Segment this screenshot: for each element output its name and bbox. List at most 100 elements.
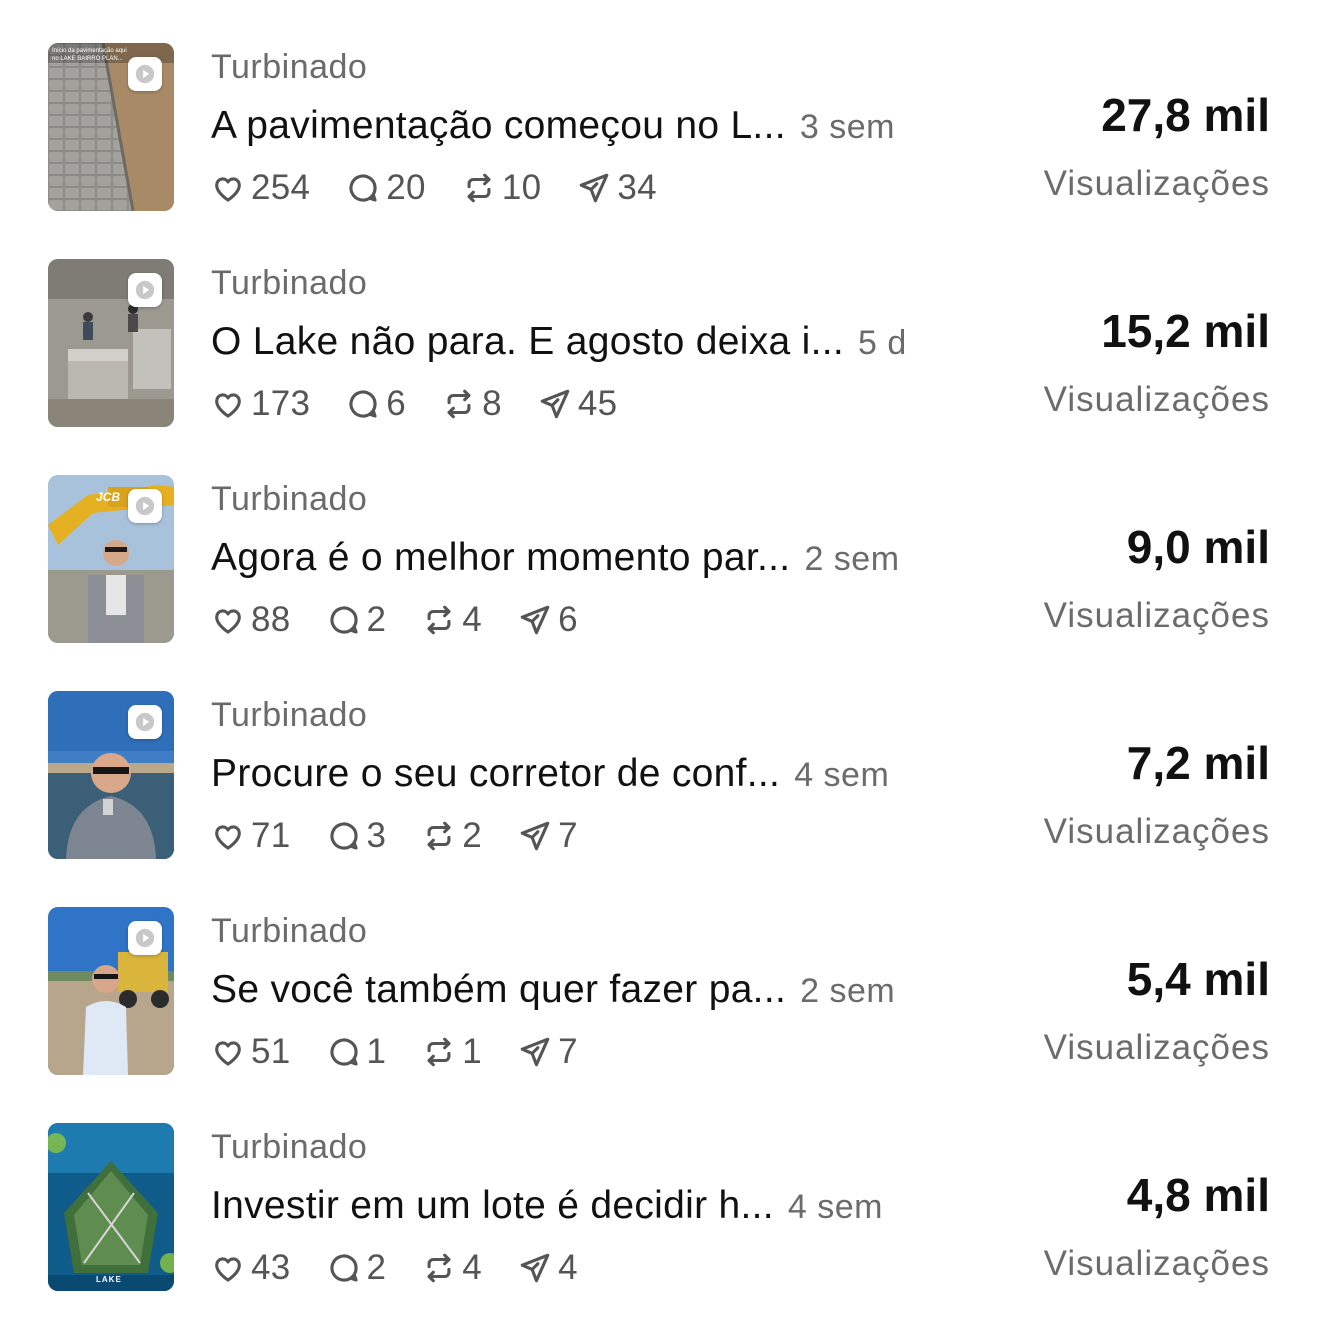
reposts-stat: 10 [462,168,542,208]
heart-icon [215,1041,241,1066]
shares-count: 6 [558,600,578,639]
likes-stat: 173 [211,384,310,424]
thumbnail-image [48,1123,174,1291]
post-caption-line[interactable]: A pavimentação começou no L... 3 sem [211,104,951,154]
thumbnail-logo: LAKE [96,1275,122,1284]
repost-icon [447,389,471,419]
likes-count: 71 [251,816,291,855]
engagement-stats: 173 6 8 45 [211,382,653,426]
post-row[interactable]: Turbinado O Lake não para. E agosto deix… [0,216,1320,432]
play-icon [128,273,162,307]
post-thumbnail[interactable] [48,259,174,427]
engagement-stats: 51 1 1 7 [211,1030,614,1074]
shares-stat: 45 [538,384,618,424]
likes-stat: 51 [211,1032,291,1072]
post-age: 4 sem [794,756,890,794]
views-label: Visualizações [1043,1244,1270,1283]
post-caption-line[interactable]: Procure o seu corretor de conf... 4 sem [211,752,951,802]
engagement-stats: 43 2 4 4 [211,1246,614,1290]
reposts-stat: 8 [442,384,502,424]
comments-stat: 2 [327,1248,387,1288]
shares-count: 7 [558,816,578,855]
comment-icon [329,606,358,634]
reposts-count: 2 [462,816,483,855]
views-count: 9,0 mil [1126,521,1270,573]
likes-count: 173 [251,384,311,423]
play-icon [128,57,162,91]
shares-stat: 7 [518,816,578,856]
post-thumbnail[interactable]: JCB [48,475,174,643]
views-label: Visualizações [1043,596,1270,635]
post-caption: Agora é o melhor momento par... [211,536,791,579]
post-row[interactable]: Turbinado Procure o seu corretor de conf… [0,648,1320,864]
views-label: Visualizações [1043,380,1270,419]
likes-count: 51 [251,1032,291,1071]
heart-icon [215,393,241,418]
post-caption-line[interactable]: Investir em um lote é decidir h... 4 sem [211,1184,951,1234]
views-label: Visualizações [1043,164,1270,203]
likes-stat: 254 [211,168,310,208]
likes-count: 43 [251,1248,291,1287]
play-icon [128,921,162,955]
boost-status: Turbinado [211,480,368,518]
reposts-count: 8 [482,384,502,423]
views-count: 4,8 mil [1126,1169,1270,1221]
engagement-stats: 88 2 4 6 [211,598,614,642]
play-icon [128,489,162,523]
post-insights-list: Início da pavimentação aqui no LAKE BAIR… [0,0,1320,1334]
comments-stat: 3 [327,816,387,856]
post-caption: Investir em um lote é decidir h... [211,1184,774,1227]
share-icon [520,605,550,635]
boost-status: Turbinado [211,912,368,950]
post-age: 2 sem [800,972,896,1010]
shares-count: 7 [558,1032,578,1071]
post-caption-line[interactable]: Se você também quer fazer pa... 2 sem [211,968,951,1018]
post-age: 5 d [858,324,907,362]
repost-icon [467,173,491,203]
shares-stat: 4 [518,1248,578,1288]
comment-icon [329,1038,358,1066]
shares-stat: 34 [577,168,657,208]
post-age: 3 sem [799,108,895,146]
post-row[interactable]: JCB Turbinado Agora é o melhor momento p… [0,432,1320,648]
views-count: 5,4 mil [1126,953,1270,1005]
repost-icon [427,821,451,851]
post-row[interactable]: LAKE Turbinado Investir em um lote é dec… [0,1080,1320,1296]
comment-icon [349,390,377,418]
shares-count: 4 [558,1248,578,1287]
reposts-stat: 1 [422,1032,482,1072]
boost-status: Turbinado [211,1128,368,1166]
comment-icon [329,822,358,850]
post-caption-line[interactable]: O Lake não para. E agosto deixa i... 5 d [211,320,951,370]
post-caption: O Lake não para. E agosto deixa i... [211,320,845,363]
play-icon [128,705,162,739]
post-thumbnail[interactable]: Início da pavimentação aqui no LAKE BAIR… [48,43,174,211]
comments-count: 20 [386,168,426,207]
thumbnail-brand: JCB [96,490,121,504]
post-row[interactable]: Início da pavimentação aqui no LAKE BAIR… [0,0,1320,216]
heart-icon [215,1257,241,1282]
share-icon [520,821,550,851]
post-caption-line[interactable]: Agora é o melhor momento par... 2 sem [211,536,951,586]
engagement-stats: 254 20 10 34 [211,166,693,210]
comments-count: 1 [366,1032,387,1071]
post-row[interactable]: Turbinado Se você também quer fazer pa..… [0,864,1320,1080]
post-caption: Procure o seu corretor de conf... [211,752,781,795]
shares-stat: 6 [518,600,578,640]
shares-stat: 7 [518,1032,578,1072]
post-age: 4 sem [787,1188,884,1226]
share-icon [540,389,570,419]
reposts-count: 4 [462,1248,483,1287]
views-count: 15,2 mil [1101,305,1270,357]
post-caption: Se você também quer fazer pa... [211,968,787,1011]
post-thumbnail[interactable] [48,691,174,859]
heart-icon [215,609,241,634]
reposts-stat: 2 [422,816,482,856]
post-thumbnail[interactable] [48,907,174,1075]
post-thumbnail[interactable]: LAKE [48,1123,174,1291]
comments-stat: 2 [327,600,387,640]
boost-status: Turbinado [211,696,368,734]
comments-stat: 20 [346,168,426,208]
reposts-count: 1 [462,1032,483,1071]
views-label: Visualizações [1043,812,1270,851]
